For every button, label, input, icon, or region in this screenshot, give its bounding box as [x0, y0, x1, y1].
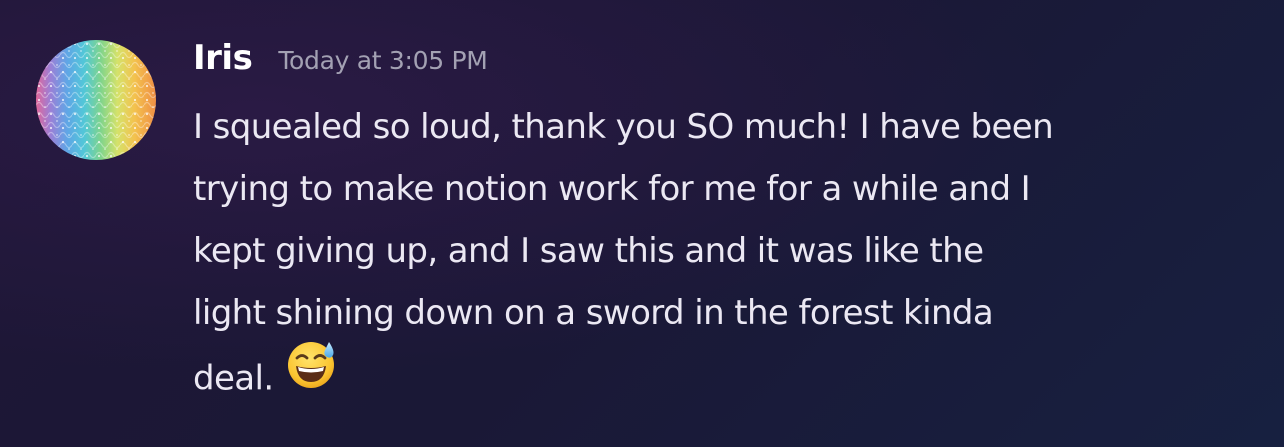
message-line-last: deal. [193, 342, 1253, 416]
message-line: I squealed so loud, thank you SO much! I… [193, 107, 1054, 147]
message-line: deal. [193, 358, 274, 399]
chat-message: Iris Today at 3:05 PM I squealed so loud… [0, 0, 1284, 447]
message-content: I squealed so loud, thank you SO much! I… [193, 96, 1253, 416]
grinning-face-with-sweat-icon [286, 338, 338, 410]
message-line: kept giving up, and I saw this and it wa… [193, 231, 984, 271]
username[interactable]: Iris [193, 38, 253, 78]
avatar[interactable] [36, 40, 156, 160]
message-header: Iris Today at 3:05 PM [193, 38, 488, 78]
message-line: light shining down on a sword in the for… [193, 293, 994, 333]
timestamp: Today at 3:05 PM [278, 46, 488, 75]
message-line: trying to make notion work for me for a … [193, 169, 1031, 209]
rainbow-avatar-icon [36, 40, 156, 160]
